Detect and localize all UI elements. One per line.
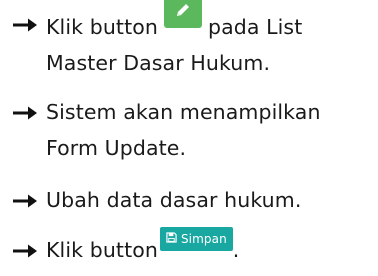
save-button[interactable]: Simpan bbox=[159, 227, 233, 251]
instruction-steps: Klik button pada List Master Dasar Hukum.… bbox=[12, 0, 374, 272]
step-1-text-after: pada List bbox=[207, 15, 303, 39]
right-arrow-icon bbox=[12, 17, 38, 33]
edit-button[interactable] bbox=[163, 0, 202, 28]
right-arrow-icon bbox=[12, 105, 38, 121]
step-4: Klik button Simpan. bbox=[12, 227, 374, 272]
step-3-text: Ubah data dasar hukum. bbox=[46, 188, 302, 212]
step-3: Ubah data dasar hukum. bbox=[12, 182, 374, 222]
step-2: Sistem akan menampilkan Form Update. bbox=[12, 94, 374, 178]
step-1: Klik button pada List Master Dasar Hukum. bbox=[12, 0, 374, 90]
step-2-text-line1: Sistem akan menampilkan bbox=[46, 100, 321, 124]
pencil-icon bbox=[176, 4, 189, 16]
step-4-text-after: . bbox=[232, 238, 240, 262]
right-arrow-icon bbox=[12, 243, 38, 259]
save-button-label: Simpan bbox=[180, 232, 227, 246]
step-1-text-before: Klik button bbox=[46, 15, 158, 39]
step-4-text-before: Klik button bbox=[46, 238, 158, 262]
step-2-text-line2: Form Update. bbox=[46, 136, 187, 160]
right-arrow-icon bbox=[12, 193, 38, 209]
step-1-text-line2: Master Dasar Hukum. bbox=[46, 51, 271, 75]
floppy-disk-icon bbox=[166, 227, 177, 251]
